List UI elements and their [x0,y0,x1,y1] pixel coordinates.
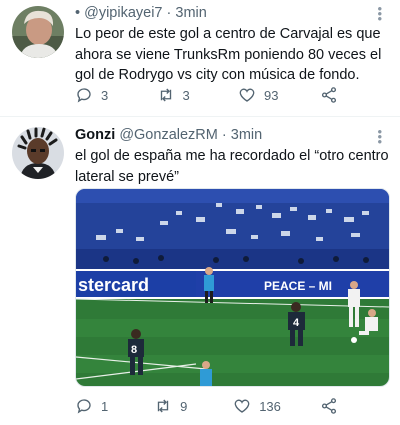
tweet-actions: 3 3 93 [75,86,360,104]
board-text-1: stercard [78,275,149,295]
tweet-1[interactable]: • @yipikayei7 · 3min • • • Lo peor de este… [0,0,400,116]
user-handle[interactable]: @GonzalezRM [119,127,218,143]
like-icon [234,399,250,413]
tweet-text: el gol de españa me ha recordado el “otr… [75,148,389,185]
video-media[interactable]: stercard PEACE – MI 8 4 [75,188,390,387]
retweet-count: 3 [182,87,190,103]
like-icon [239,88,255,102]
retweet-icon [157,399,169,413]
separator: · [166,5,172,21]
tweet-actions: 1 9 136 [75,397,360,415]
share-button[interactable] [320,86,360,104]
reply-button[interactable]: 3 [75,86,115,104]
more-icon[interactable]: • • • [377,125,382,148]
display-name[interactable]: Gonzi [75,127,115,143]
player-number-1: 8 [131,344,137,356]
reply-icon [77,399,91,414]
share-icon [321,398,337,414]
timestamp[interactable]: 3min [231,127,262,143]
retweet-button[interactable]: 9 [154,397,194,415]
retweet-icon [160,88,171,102]
timestamp[interactable]: 3min [175,5,206,21]
tweet-text: Lo peor de este gol a centro de Carvajal… [75,26,382,83]
player-number-2: 4 [293,317,300,329]
reply-icon [77,88,91,103]
more-icon[interactable]: • • • [377,2,382,25]
share-button[interactable] [320,397,360,415]
tweet-header: Gonzi @GonzalezRM · 3min [75,127,262,143]
like-button[interactable]: 136 [233,397,281,415]
ball [351,337,357,343]
avatar[interactable] [12,127,64,179]
like-button[interactable]: 93 [238,86,278,104]
tweet-header: • @yipikayei7 · 3min [75,5,207,21]
board-text-2: PEACE – MI [264,279,332,293]
tweet-2[interactable]: Gonzi @GonzalezRM · 3min • • • el gol de e… [0,117,400,425]
separator: · [221,127,227,143]
handle-prefix: • [75,5,81,21]
retweet-count: 9 [180,398,188,414]
like-count: 93 [264,87,279,103]
retweet-button[interactable]: 3 [157,86,197,104]
like-count: 136 [259,398,281,414]
user-handle[interactable]: @yipikayei7 [84,5,162,21]
share-icon [321,87,337,103]
avatar[interactable] [12,6,64,58]
reply-button[interactable]: 1 [75,397,115,415]
reply-count: 3 [101,87,109,103]
reply-count: 1 [101,398,109,414]
football-scene: stercard PEACE – MI 8 4 [76,189,389,386]
